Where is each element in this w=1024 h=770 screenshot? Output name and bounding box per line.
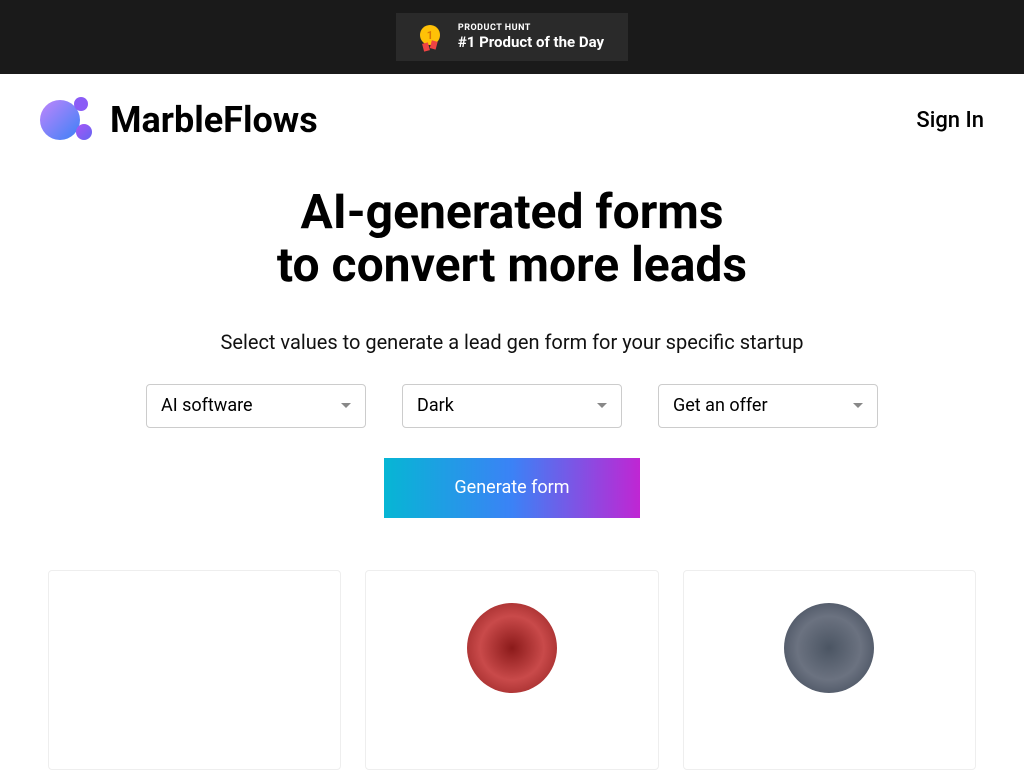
generate-button[interactable]: Generate form — [384, 458, 640, 518]
goal-value: Get an offer — [673, 395, 768, 416]
brand-name: MarbleFlows — [110, 99, 318, 141]
medal-icon: 1 — [420, 25, 444, 49]
hero-section: AI-generated forms to convert more leads… — [0, 166, 1024, 518]
banner-label: PRODUCT HUNT — [458, 23, 604, 33]
theme-select[interactable]: Dark — [402, 384, 622, 428]
goal-select[interactable]: Get an offer — [658, 384, 878, 428]
banner-title: #1 Product of the Day — [458, 33, 604, 51]
navbar: MarbleFlows Sign In — [0, 74, 1024, 166]
headline-line-2: to convert more leads — [277, 236, 747, 293]
signin-link[interactable]: Sign In — [916, 108, 984, 133]
category-value: AI software — [161, 395, 253, 416]
card-row — [0, 570, 1024, 770]
chevron-down-icon — [853, 403, 863, 408]
banner-text: PRODUCT HUNT #1 Product of the Day — [458, 23, 604, 51]
banner-content: 1 PRODUCT HUNT #1 Product of the Day — [396, 13, 628, 61]
avatar — [467, 603, 557, 693]
select-row: AI software Dark Get an offer — [40, 384, 984, 428]
avatar — [150, 591, 240, 681]
avatar — [784, 603, 874, 693]
example-card[interactable] — [365, 570, 658, 770]
subheadline: Select values to generate a lead gen for… — [40, 330, 984, 354]
theme-value: Dark — [417, 395, 454, 416]
chevron-down-icon — [597, 403, 607, 408]
product-hunt-banner[interactable]: 1 PRODUCT HUNT #1 Product of the Day — [0, 0, 1024, 74]
example-card[interactable] — [48, 570, 341, 770]
chevron-down-icon — [341, 403, 351, 408]
brand[interactable]: MarbleFlows — [40, 94, 318, 146]
logo-icon — [40, 94, 92, 146]
example-card[interactable] — [683, 570, 976, 770]
category-select[interactable]: AI software — [146, 384, 366, 428]
headline-line-1: AI-generated forms — [300, 183, 723, 240]
headline: AI-generated forms to convert more leads — [40, 186, 984, 292]
